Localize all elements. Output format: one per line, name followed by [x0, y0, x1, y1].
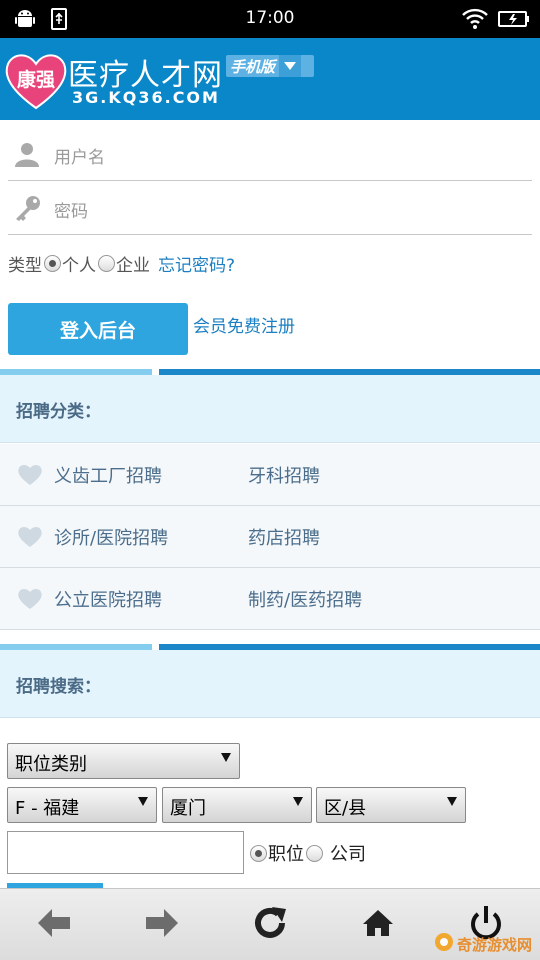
job-type-select[interactable]: 职位类别 [7, 743, 240, 779]
category-row: 诊所/医院招聘 药店招聘 [0, 506, 540, 568]
search-header: 招聘搜索： [0, 650, 540, 718]
keyword-input[interactable] [7, 831, 244, 874]
home-button[interactable] [354, 903, 402, 947]
forgot-password-link[interactable]: 忘记密码? [158, 251, 235, 276]
version-label: 手机版 [230, 57, 276, 76]
forward-button[interactable] [138, 903, 186, 947]
category-link-dental[interactable]: 牙科招聘 [248, 462, 320, 488]
site-domain: 3G.KQ36.COM [72, 88, 220, 107]
password-field[interactable]: 密码 [8, 182, 532, 235]
logo-badge-text: 康强 [17, 68, 55, 91]
refresh-icon [252, 905, 288, 945]
logo-heart-icon[interactable]: 康强 [4, 52, 68, 114]
radio-search-company[interactable] [306, 844, 323, 862]
dropdown-arrow-icon [293, 797, 303, 806]
search-heading: 招聘搜索： [16, 677, 101, 697]
chevron-down-icon [279, 55, 302, 77]
user-icon [14, 141, 40, 171]
heart-icon [17, 588, 43, 614]
heart-icon [17, 526, 43, 552]
radio-search-company-label[interactable]: 公司 [330, 840, 366, 866]
site-header: 康强 医疗人才网 3G.KQ36.COM 手机版 [0, 38, 540, 120]
categories-heading: 招聘分类： [16, 402, 101, 422]
province-select[interactable]: F - 福建 [7, 787, 157, 823]
search-type-row: 职位 公司 [248, 840, 366, 866]
city-select[interactable]: 厦门 [162, 787, 312, 823]
radio-company-label[interactable]: 企业 [116, 251, 150, 276]
dropdown-arrow-icon [138, 797, 148, 806]
category-link-pharma[interactable]: 制药/医药招聘 [248, 586, 362, 612]
refresh-button[interactable] [246, 903, 294, 947]
key-icon [14, 195, 42, 225]
categories-header: 招聘分类： [0, 375, 540, 443]
clock: 17:00 [245, 8, 295, 28]
username-field[interactable]: 用户名 [8, 128, 532, 181]
wifi-icon [462, 8, 488, 34]
radio-personal[interactable] [44, 254, 61, 272]
category-link-pharmacy[interactable]: 药店招聘 [248, 524, 320, 550]
district-select[interactable]: 区/县 [316, 787, 466, 823]
password-placeholder: 密码 [54, 202, 88, 222]
home-icon [362, 908, 394, 942]
register-link[interactable]: 会员免费注册 [193, 312, 295, 337]
username-placeholder: 用户名 [54, 148, 105, 168]
arrow-left-icon [36, 907, 72, 943]
job-type-value: 职位类别 [15, 754, 87, 775]
watermark-text: 奇游游戏网 [456, 935, 532, 954]
arrow-right-icon [144, 907, 180, 943]
app-root: { "status_bar": { "time": "17:00" }, "he… [0, 0, 540, 960]
dropdown-arrow-icon [221, 753, 231, 762]
login-button[interactable]: 登入后台 [8, 303, 188, 355]
category-link-clinic[interactable]: 诊所/医院招聘 [54, 524, 168, 550]
account-type-row: 类型 个人 企业 忘记密码? [8, 250, 408, 276]
heart-icon [17, 464, 43, 490]
category-link-public-hospital[interactable]: 公立医院招聘 [54, 586, 162, 612]
radio-personal-label[interactable]: 个人 [62, 251, 96, 276]
type-label: 类型 [8, 255, 42, 276]
back-button[interactable] [30, 903, 78, 947]
battery-icon [498, 10, 530, 32]
dropdown-arrow-icon [447, 797, 457, 806]
status-bar: 17:00 [0, 0, 540, 38]
district-value: 区/县 [324, 798, 367, 819]
watermark-logo-icon [434, 932, 454, 956]
category-row: 义齿工厂招聘 牙科招聘 [0, 444, 540, 506]
city-value: 厦门 [170, 798, 206, 819]
radio-search-job-label[interactable]: 职位 [268, 840, 304, 866]
category-row: 公立医院招聘 制药/医药招聘 [0, 568, 540, 630]
radio-search-job[interactable] [250, 844, 267, 862]
province-value: F - 福建 [15, 798, 80, 819]
radio-company[interactable] [98, 254, 115, 272]
watermark: 奇游游戏网 [434, 932, 532, 956]
category-link-dental-lab[interactable]: 义齿工厂招聘 [54, 462, 162, 488]
browser-toolbar: 奇游游戏网 [0, 888, 540, 960]
version-switcher[interactable]: 手机版 [226, 55, 314, 77]
